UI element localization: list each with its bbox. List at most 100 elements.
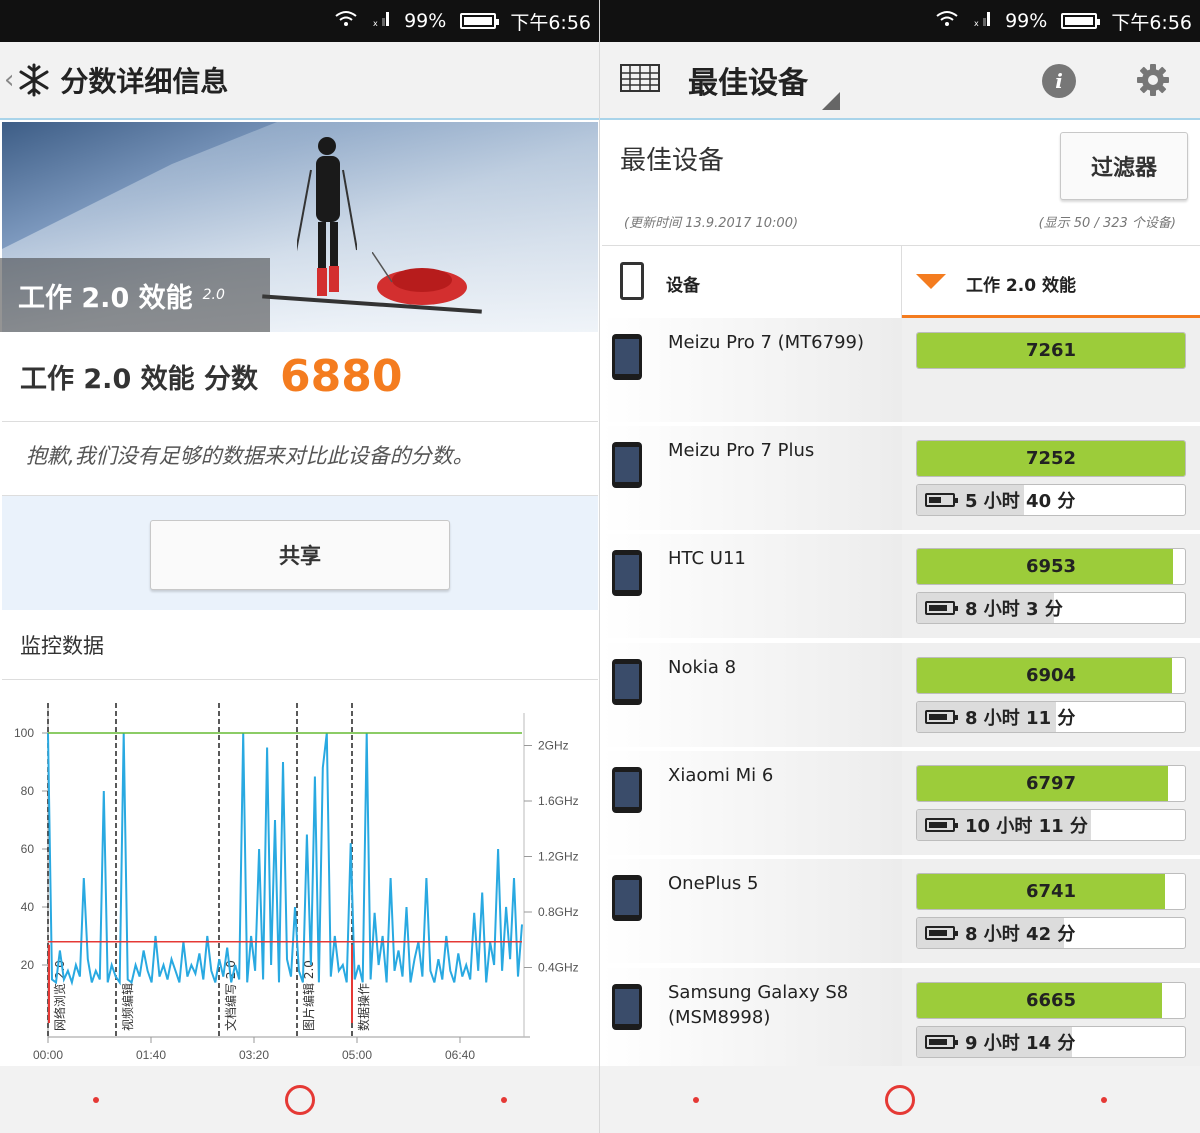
device-name: OnePlus 5 <box>668 873 759 894</box>
device-name: Meizu Pro 7 (MT6799) <box>668 332 865 353</box>
clock: 下午6:56 <box>1111 11 1192 34</box>
monitor-chart-svg: 20 40 60 80 100 0.4GHz 0.8GHz 1.2GHz 1.6GHz 2GHz 0… <box>14 703 579 1062</box>
device-row[interactable]: Nokia 8 6904 8 小时 11 分 <box>602 643 1200 749</box>
score-value: 7252 <box>1025 448 1077 469</box>
score-value: 6904 <box>1025 665 1077 686</box>
wifi-icon <box>935 10 959 33</box>
score-label: 工作 2.0 效能 分数 <box>20 364 259 395</box>
no-data-message: 抱歉,我们没有足够的数据来对比此设备的分数。 <box>2 424 598 496</box>
battery-life-bar: 8 小时 3 分 <box>916 592 1186 624</box>
battery-percent: 99% <box>1005 10 1048 32</box>
y2-tick-label: 2GHz <box>538 739 569 753</box>
nav-menu-dot[interactable] <box>93 1096 99 1103</box>
settings-gear-icon[interactable] <box>1135 62 1171 102</box>
y2-tick-label: 1.2GHz <box>538 850 579 864</box>
nav-back-dot[interactable] <box>501 1096 507 1103</box>
col-device-label: 设备 <box>666 276 700 296</box>
battery-life-bar: 5 小时 40 分 <box>916 484 1186 516</box>
score-cell: 6953 8 小时 3 分 <box>902 534 1200 640</box>
y-tick-label: 20 <box>21 958 35 972</box>
nav-home-button[interactable] <box>285 1084 315 1115</box>
device-thumbnail-icon <box>612 984 642 1030</box>
device-thumbnail-icon <box>612 550 642 596</box>
score-value: 6953 <box>1025 556 1077 577</box>
device-count: (显示 50 / 323 个设备) <box>1038 216 1176 231</box>
score-value: 7261 <box>1025 340 1077 361</box>
device-row[interactable]: Meizu Pro 7 Plus 7252 5 小时 40 分 <box>602 426 1200 532</box>
device-name: HTC U11 <box>668 548 746 569</box>
nav-back-dot[interactable] <box>1101 1096 1107 1103</box>
battery-life-bar: 9 小时 14 分 <box>916 1026 1186 1058</box>
score-cell: 6797 10 小时 11 分 <box>902 751 1200 857</box>
score-bar: 6904 <box>916 657 1186 694</box>
score-cell: 7252 5 小时 40 分 <box>902 426 1200 532</box>
grid-view-icon[interactable] <box>620 64 660 96</box>
sort-desc-icon <box>916 274 946 289</box>
info-icon[interactable]: i <box>1042 64 1076 98</box>
nav-bar-right <box>600 1066 1200 1133</box>
x-tick-label: 01:40 <box>136 1048 166 1062</box>
phase-marker-label: 网络浏览 2.0 <box>52 960 67 1031</box>
app-bar-right: 最佳设备 i <box>600 42 1200 120</box>
filter-button[interactable]: 过滤器 <box>1060 132 1188 200</box>
nav-menu-dot[interactable] <box>693 1096 699 1103</box>
clock: 下午6:56 <box>510 11 591 34</box>
col-perf[interactable]: 工作 2.0 效能 <box>902 246 1200 318</box>
skier-illustration <box>297 137 357 296</box>
device-cell: OnePlus 5 <box>602 859 902 965</box>
device-row[interactable]: Xiaomi Mi 6 6797 10 小时 11 分 <box>602 751 1200 857</box>
monitor-title: 监控数据 <box>2 612 598 680</box>
svg-text:x: x <box>974 19 979 28</box>
monitor-chart: 20 40 60 80 100 0.4GHz 0.8GHz 1.2GHz 1.6GHz 2GHz 0… <box>0 690 599 1066</box>
y-tick-label: 80 <box>21 784 35 798</box>
status-bar: x 99% 下午6:56 <box>0 0 599 42</box>
device-thumbnail-icon <box>612 442 642 488</box>
device-name: Meizu Pro 7 Plus <box>668 440 815 461</box>
battery-life-value: 8 小时 42 分 <box>965 924 1076 945</box>
svg-text:x: x <box>373 19 378 28</box>
score-box: 工作 2.0 效能 分数 6880 <box>2 332 598 422</box>
col-perf-label: 工作 2.0 效能 <box>966 276 1076 296</box>
device-cell: Xiaomi Mi 6 <box>602 751 902 857</box>
score-cell: 7261 <box>902 318 1200 424</box>
score-details-panel: x 99% 下午6:56 ‹ 分数详细信息 工作 2.0 效能 2.0 工作 2… <box>0 0 600 1133</box>
score-bar: 7261 <box>916 332 1186 369</box>
hero-caption: 工作 2.0 效能 2.0 <box>0 258 270 332</box>
score-value: 6665 <box>1025 990 1077 1011</box>
y2-tick-label: 1.6GHz <box>538 794 579 808</box>
score-bar: 6797 <box>916 765 1186 802</box>
hero-version: 2.0 <box>202 287 225 303</box>
battery-icon <box>1061 13 1101 29</box>
score-bar: 6665 <box>916 982 1186 1019</box>
share-button[interactable]: 共享 <box>150 520 450 590</box>
x-tick-label: 05:00 <box>342 1048 372 1062</box>
device-cell: Meizu Pro 7 Plus <box>602 426 902 532</box>
x-tick-label: 06:40 <box>445 1048 475 1062</box>
phone-icon <box>620 262 644 300</box>
page-title-right[interactable]: 最佳设备 <box>688 58 808 102</box>
signal-icon: x <box>372 10 390 33</box>
device-thumbnail-icon <box>612 875 642 921</box>
y-tick-label: 100 <box>14 726 34 740</box>
snowflake-logo-icon <box>16 62 52 102</box>
y-tick-label: 40 <box>21 900 35 914</box>
score-cell: 6741 8 小时 42 分 <box>902 859 1200 965</box>
battery-icon <box>460 13 500 29</box>
y2-tick-label: 0.8GHz <box>538 905 579 919</box>
device-row[interactable]: Samsung Galaxy S8 (MSM8998) 6665 9 小时 14 分 <box>602 968 1200 1074</box>
score-value: 6741 <box>1025 881 1077 902</box>
wifi-icon <box>334 10 358 33</box>
back-chevron-icon[interactable]: ‹ <box>4 65 14 95</box>
page-title: 分数详细信息 <box>60 65 229 98</box>
device-cell: Samsung Galaxy S8 (MSM8998) <box>602 968 902 1074</box>
device-row[interactable]: OnePlus 5 6741 8 小时 42 分 <box>602 859 1200 965</box>
col-device[interactable]: 设备 <box>602 246 902 318</box>
battery-life-bar: 8 小时 42 分 <box>916 917 1186 949</box>
device-row[interactable]: HTC U11 6953 8 小时 3 分 <box>602 534 1200 640</box>
dropdown-triangle-icon[interactable] <box>822 92 840 110</box>
score-cell: 6665 9 小时 14 分 <box>902 968 1200 1074</box>
device-row[interactable]: Meizu Pro 7 (MT6799) 7261 <box>602 318 1200 424</box>
device-thumbnail-icon <box>612 334 642 380</box>
nav-home-button[interactable] <box>885 1084 915 1115</box>
y-tick-label: 60 <box>21 842 35 856</box>
